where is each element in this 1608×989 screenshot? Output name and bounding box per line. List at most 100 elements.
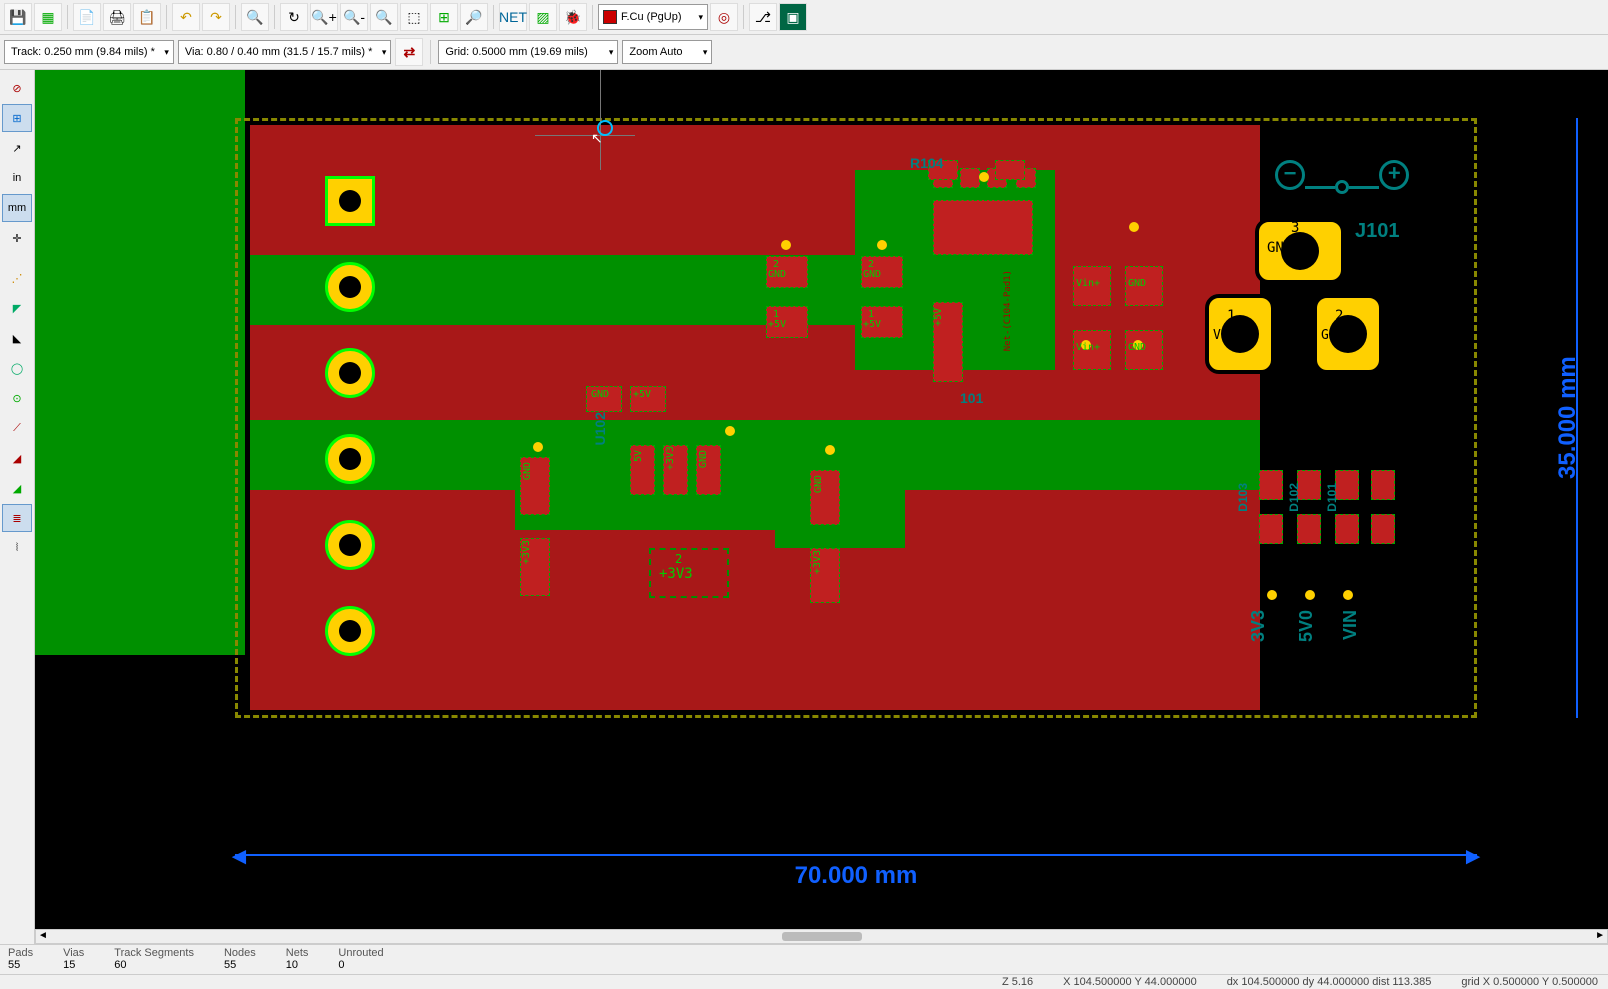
track-outline-icon[interactable]: ⟋ <box>2 414 32 442</box>
pad-header-2 <box>325 262 375 312</box>
via <box>877 240 887 250</box>
stat-pads: Pads 55 <box>8 947 33 972</box>
via <box>1129 222 1139 232</box>
print-icon[interactable]: 🖨 <box>103 3 131 31</box>
horizontal-scrollbar[interactable] <box>35 929 1608 944</box>
dimension-width: 70.000 mm <box>235 862 1477 890</box>
zoom-fit-icon[interactable]: 🔍 <box>370 3 398 31</box>
smd-pad-u1-tab <box>933 200 1033 255</box>
redo-icon[interactable]: ↷ <box>202 3 230 31</box>
net-c104: Net-(C104-Pad1) <box>1003 270 1013 351</box>
dimension-height: 35.000 mm <box>1548 118 1588 718</box>
save-icon[interactable]: 💾 <box>4 3 32 31</box>
pad-outline-icon[interactable]: ◯ <box>2 354 32 382</box>
net-3v3-4: +3V3 <box>812 550 823 574</box>
stat-unrouted: Unrouted 0 <box>338 947 383 972</box>
chevron-down-icon: ▾ <box>609 47 614 58</box>
zoom-out-icon[interactable]: 🔍- <box>340 3 368 31</box>
scripting-icon[interactable]: ⎇ <box>749 3 777 31</box>
find-icon[interactable]: 🔍 <box>241 3 269 31</box>
pad-header-6 <box>325 606 375 656</box>
pad3-gnd: GND <box>1267 240 1292 256</box>
pcb-canvas[interactable]: R104 J101 U102 101 D103 D102 D101 3V3 5V… <box>35 70 1608 944</box>
smd-d103-a <box>1259 470 1283 500</box>
net-vin1: Vin+ <box>1076 278 1100 289</box>
dimension-width-wrap: 70.000 mm <box>235 844 1477 884</box>
label-u102: U102 <box>592 412 608 445</box>
status-xy: X 104.500000 Y 44.000000 <box>1063 976 1197 988</box>
status-bar-stats: Pads 55 Vias 15 Track Segments 60 Nodes … <box>0 944 1608 974</box>
via-size-select[interactable]: Via: 0.80 / 0.40 mm (31.5 / 15.7 mils) *… <box>178 40 392 64</box>
drc-icon[interactable]: ▨ <box>529 3 557 31</box>
pad-header-1 <box>325 176 375 226</box>
zoom-region-icon[interactable]: ⬚ <box>400 3 428 31</box>
label-net-3v3: 3V3 <box>1248 610 1269 642</box>
via <box>1305 590 1315 600</box>
dot-icon <box>1335 180 1349 194</box>
via <box>533 442 543 452</box>
layer-label: F.Cu (PgUp) <box>621 11 682 23</box>
outline-zones-icon[interactable]: ◣ <box>2 324 32 352</box>
zoom-select[interactable]: Zoom Auto ▾ <box>622 40 712 64</box>
barrel-jack-silk <box>1275 160 1415 200</box>
refresh-icon[interactable]: ↻ <box>280 3 308 31</box>
undo-icon[interactable]: ↶ <box>172 3 200 31</box>
console-icon[interactable]: ▣ <box>779 3 807 31</box>
label-j101: J101 <box>1355 220 1400 243</box>
netlist-icon[interactable]: NET <box>499 3 527 31</box>
via <box>825 445 835 455</box>
grid-label: Grid: 0.5000 mm (19.69 mils) <box>445 46 587 58</box>
smd-r101-1 <box>1371 470 1395 500</box>
pad1-lbl: 1 <box>1227 308 1235 324</box>
ratsnest-icon[interactable]: ⋰ <box>2 264 32 292</box>
label-d102: D102 <box>1287 483 1301 512</box>
net-3v3-2: +3V3 <box>521 540 532 564</box>
drc-off-icon[interactable]: ⊘ <box>2 74 32 102</box>
inspect-icon[interactable]: 🔎 <box>460 3 488 31</box>
contrast2-icon[interactable]: ◢ <box>2 474 32 502</box>
copper-zone-main <box>250 125 1260 710</box>
zoom-label: Zoom Auto <box>629 46 682 58</box>
board-icon[interactable]: ▦ <box>34 3 62 31</box>
layer-select[interactable]: F.Cu (PgUp) ▾ <box>598 4 708 30</box>
microwave-icon[interactable]: ⦚ <box>2 534 32 562</box>
footprint-icon[interactable]: ⊞ <box>430 3 458 31</box>
bug-icon[interactable]: 🐞 <box>559 3 587 31</box>
net-gnd-2: GND <box>863 269 881 280</box>
track-width-label: Track: 0.250 mm (9.84 mils) * <box>11 46 155 58</box>
layers-manager-icon[interactable]: ≣ <box>2 504 32 532</box>
grid-display-icon[interactable]: ⊞ <box>2 104 32 132</box>
stat-vias: Vias 15 <box>63 947 84 972</box>
line-icon <box>1349 186 1379 189</box>
top-toolbar-1: 💾 ▦ 📄 🖨 📋 ↶ ↷ 🔍 ↻ 🔍+ 🔍- 🔍 ⬚ ⊞ 🔎 NET ▨ 🐞 … <box>0 0 1608 35</box>
auto-track-icon[interactable]: ⇄ <box>395 38 423 66</box>
contrast-icon[interactable]: ◢ <box>2 444 32 472</box>
track-width-select[interactable]: Track: 0.250 mm (9.84 mils) * ▾ <box>4 40 174 64</box>
stat-nodes: Nodes 55 <box>224 947 256 972</box>
net-gnd8: GND <box>813 475 824 493</box>
net-3v3-1: +3V3 <box>665 446 676 470</box>
plot-icon[interactable]: 📋 <box>133 3 161 31</box>
copper-zone-right <box>35 70 245 655</box>
via-outline-icon[interactable]: ⊙ <box>2 384 32 412</box>
polar-icon[interactable]: ↗ <box>2 134 32 162</box>
unit-mm-button[interactable]: mm <box>2 194 32 222</box>
net-5v-1: +5V <box>768 319 786 330</box>
via <box>725 426 735 436</box>
grid-select[interactable]: Grid: 0.5000 mm (19.69 mils) ▾ <box>438 40 618 64</box>
chevron-down-icon: ▾ <box>382 47 387 58</box>
target-icon[interactable]: ◎ <box>710 3 738 31</box>
unit-inches-button[interactable]: in <box>2 164 32 192</box>
open-icon[interactable]: 📄 <box>73 3 101 31</box>
zoom-in-icon[interactable]: 🔍+ <box>310 3 338 31</box>
cursor-shape-icon[interactable]: ✛ <box>2 224 32 252</box>
net-gnd7: GND <box>522 462 533 480</box>
smd-d102-k <box>1297 514 1321 544</box>
label-net-vin: VIN <box>1340 610 1361 640</box>
top-toolbar-2: Track: 0.250 mm (9.84 mils) * ▾ Via: 0.8… <box>0 35 1608 70</box>
net-vin2: Vin+ <box>1076 342 1100 353</box>
net-5v-2: +5V <box>863 319 881 330</box>
fill-zones-icon[interactable]: ◤ <box>2 294 32 322</box>
via-size-label: Via: 0.80 / 0.40 mm (31.5 / 15.7 mils) * <box>185 46 373 58</box>
scrollbar-thumb[interactable] <box>782 932 862 941</box>
